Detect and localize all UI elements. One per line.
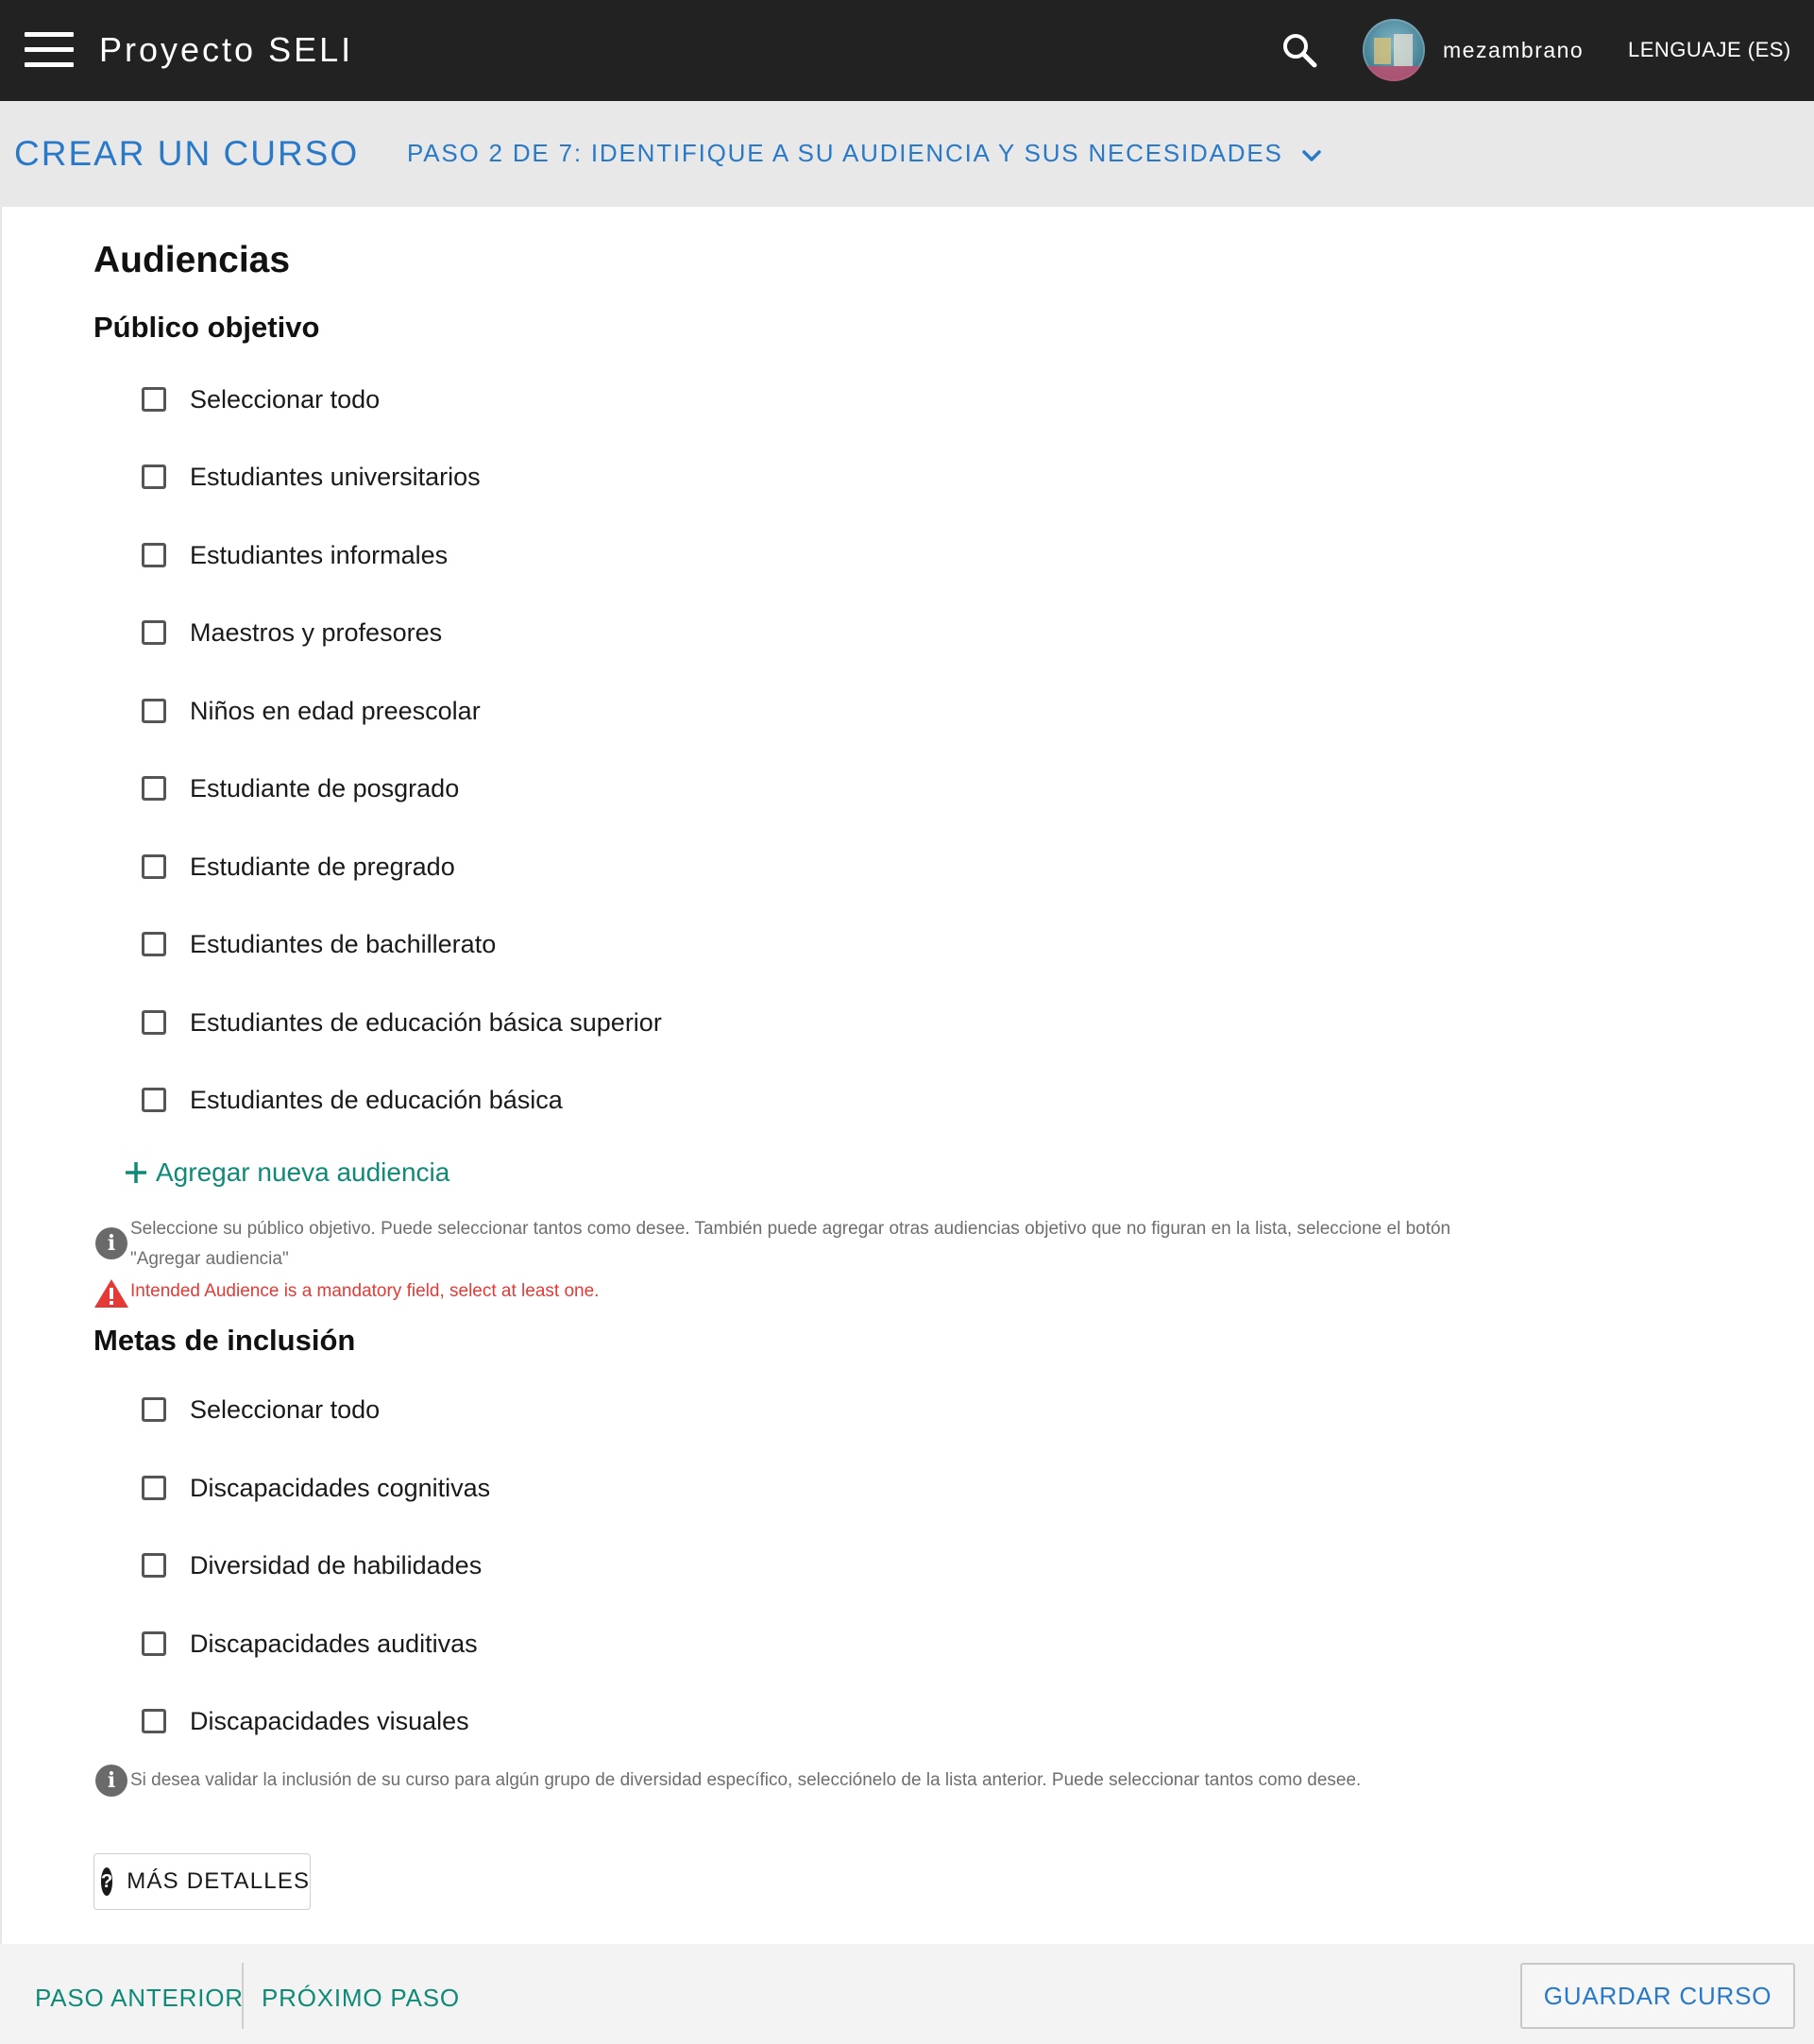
app-title: Proyecto SELI <box>99 30 354 69</box>
audience-help-line: "Agregar audiencia" <box>130 1249 289 1269</box>
checkbox[interactable] <box>142 932 166 956</box>
audience-option[interactable]: Estudiantes de educación básica superior <box>142 1004 662 1041</box>
audience-option[interactable]: Estudiantes universitarios <box>142 458 481 496</box>
username[interactable]: mezambrano <box>1443 38 1584 63</box>
checkbox[interactable] <box>142 543 166 567</box>
chevron-down-icon <box>1301 141 1322 170</box>
inclusion-option-select-all[interactable]: Seleccionar todo <box>142 1391 380 1428</box>
checkbox-label: Estudiantes de educación básica superior <box>190 1007 662 1037</box>
checkbox-label: Discapacidades auditivas <box>190 1629 478 1658</box>
add-audience-label: Agregar nueva audiencia <box>156 1157 450 1187</box>
checkbox-label: Maestros y profesores <box>190 617 443 647</box>
next-step-button[interactable]: PRÓXIMO PASO <box>262 1984 460 2013</box>
audience-option[interactable]: Maestros y profesores <box>142 614 442 651</box>
info-icon: i <box>95 1227 127 1259</box>
checkbox[interactable] <box>142 1010 166 1035</box>
page-title: CREAR UN CURSO <box>14 134 360 173</box>
more-details-button[interactable]: ? MÁS DETALLES <box>93 1853 311 1910</box>
page: Proyecto SELI mezambrano LENGUAJE (ES) C… <box>0 0 1814 2044</box>
checkbox[interactable] <box>142 1631 166 1656</box>
previous-step-button[interactable]: PASO ANTERIOR <box>35 1984 244 2013</box>
section-heading-audiences: Audiencias <box>93 240 291 280</box>
step-selector-label: PASO 2 DE 7: IDENTIFIQUE A SU AUDIENCIA … <box>407 139 1283 167</box>
checkbox-label: Discapacidades cognitivas <box>190 1473 491 1502</box>
checkbox[interactable] <box>142 1553 166 1578</box>
checkbox-label: Estudiantes informales <box>190 540 449 569</box>
section-heading-inclusion-goals: Metas de inclusión <box>93 1324 356 1357</box>
menu-icon[interactable] <box>25 32 74 68</box>
info-icon: i <box>95 1765 127 1797</box>
checkbox[interactable] <box>142 1476 166 1500</box>
footer-bar: PASO ANTERIOR PRÓXIMO PASO GUARDAR CURSO <box>0 1944 1814 2044</box>
checkbox[interactable] <box>142 620 166 645</box>
audience-option[interactable]: Estudiantes informales <box>142 536 448 574</box>
inclusion-help-text: Si desea validar la inclusión de su curs… <box>130 1770 1362 1790</box>
checkbox-label: Estudiantes de bachillerato <box>190 929 497 958</box>
audience-option-select-all[interactable]: Seleccionar todo <box>142 380 380 418</box>
audience-option[interactable]: Estudiantes de educación básica <box>142 1081 563 1119</box>
checkbox[interactable] <box>142 1088 166 1112</box>
audience-option[interactable]: Estudiante de posgrado <box>142 769 459 807</box>
content-border <box>0 207 2 1944</box>
audience-help-text: Seleccione su público objetivo. Puede se… <box>130 1214 1603 1275</box>
checkbox-label: Discapacidades visuales <box>190 1706 469 1735</box>
checkbox[interactable] <box>142 699 166 723</box>
audience-help-line: Seleccione su público objetivo. Puede se… <box>130 1219 1451 1239</box>
more-details-label: MÁS DETALLES <box>127 1868 311 1894</box>
checkbox[interactable] <box>142 776 166 801</box>
checkbox[interactable] <box>142 854 166 879</box>
search-icon[interactable] <box>1280 31 1320 71</box>
help-icon: ? <box>101 1867 113 1896</box>
checkbox-label: Estudiantes de educación básica <box>190 1085 563 1114</box>
checkbox-label: Estudiante de pregrado <box>190 852 455 881</box>
inclusion-option[interactable]: Discapacidades auditivas <box>142 1625 478 1663</box>
plus-icon <box>126 1162 146 1183</box>
avatar[interactable] <box>1363 19 1425 81</box>
language-button[interactable]: LENGUAJE (ES) <box>1628 38 1791 62</box>
save-course-button[interactable]: GUARDAR CURSO <box>1520 1963 1795 2029</box>
checkbox[interactable] <box>142 465 166 489</box>
inclusion-option[interactable]: Discapacidades cognitivas <box>142 1469 490 1507</box>
app-bar: Proyecto SELI mezambrano LENGUAJE (ES) <box>0 0 1814 101</box>
checkbox[interactable] <box>142 387 166 412</box>
step-header: CREAR UN CURSO PASO 2 DE 7: IDENTIFIQUE … <box>0 101 1814 207</box>
checkbox-label: Niños en edad preescolar <box>190 696 481 725</box>
checkbox-label: Seleccionar todo <box>190 1394 381 1424</box>
audience-option[interactable]: Estudiante de pregrado <box>142 848 455 886</box>
checkbox-label: Estudiantes universitarios <box>190 462 481 491</box>
checkbox-label: Estudiante de posgrado <box>190 773 460 802</box>
error-message: Intended Audience is a mandatory field, … <box>130 1281 600 1301</box>
warning-icon <box>94 1279 128 1308</box>
inclusion-option[interactable]: Discapacidades visuales <box>142 1702 469 1740</box>
checkbox[interactable] <box>142 1397 166 1422</box>
section-heading-target-audience: Público objetivo <box>93 311 320 344</box>
audience-option[interactable]: Estudiantes de bachillerato <box>142 925 496 963</box>
inclusion-option[interactable]: Diversidad de habilidades <box>142 1546 482 1584</box>
audience-option[interactable]: Niños en edad preescolar <box>142 692 481 730</box>
checkbox-label: Diversidad de habilidades <box>190 1550 483 1579</box>
step-selector[interactable]: PASO 2 DE 7: IDENTIFIQUE A SU AUDIENCIA … <box>407 139 1322 170</box>
checkbox[interactable] <box>142 1709 166 1733</box>
add-audience-button[interactable]: Agregar nueva audiencia <box>124 1157 449 1188</box>
checkbox-label: Seleccionar todo <box>190 384 381 414</box>
divider <box>242 1963 244 2029</box>
